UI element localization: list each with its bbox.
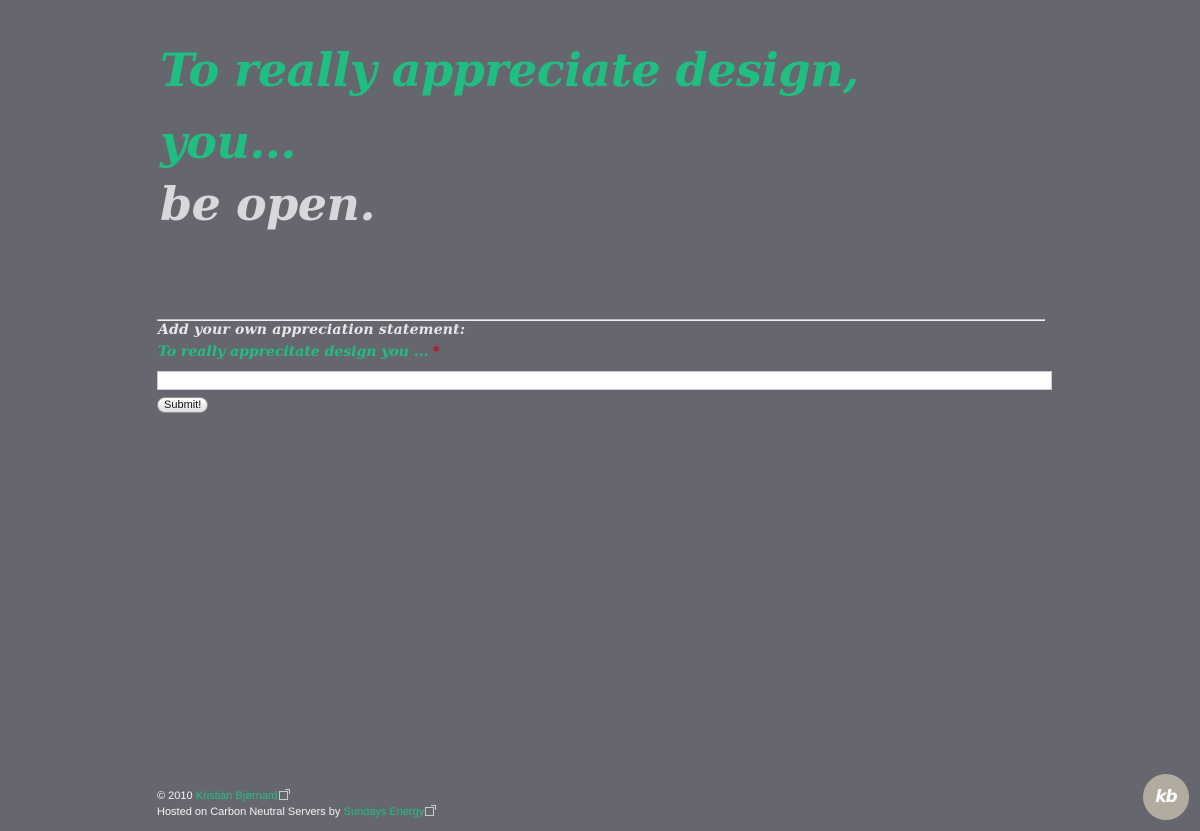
divider [157,319,1045,321]
submit-button[interactable]: Submit! [157,397,209,413]
page: To really appreciate design, you... be o… [0,0,1200,831]
statement-field-label: To really apprecitate design you ... * [158,344,440,360]
hosted-text: Hosted on Carbon Neutral Servers by [157,806,341,818]
statement-field-label-text: To really apprecitate design you ... [158,344,429,360]
host-link[interactable]: Sundays Energy [344,806,425,818]
external-link-icon [278,789,290,800]
required-mark: * [432,344,440,360]
footer-copyright-line: © 2010 Kristian Bjørnard [157,788,434,804]
footer: © 2010 Kristian Bjørnard Hosted on Carbo… [157,788,437,820]
author-link[interactable]: Kristian Bjørnard [196,790,278,802]
headline-line-3: be open. [160,177,376,231]
headline-line-1: To really appreciate design, [160,43,859,97]
footer-hosting-line: Hosted on Carbon Neutral Servers by Sund… [157,804,437,820]
headline: To really appreciate design, you... be o… [160,34,859,234]
external-link-icon [425,805,437,816]
form-title: Add your own appreciation statement: [158,322,466,338]
copyright-text: © 2010 [157,790,193,802]
kb-logo[interactable]: kb [1143,774,1189,820]
statement-input[interactable] [157,371,1052,390]
headline-line-2: you... [160,115,296,169]
